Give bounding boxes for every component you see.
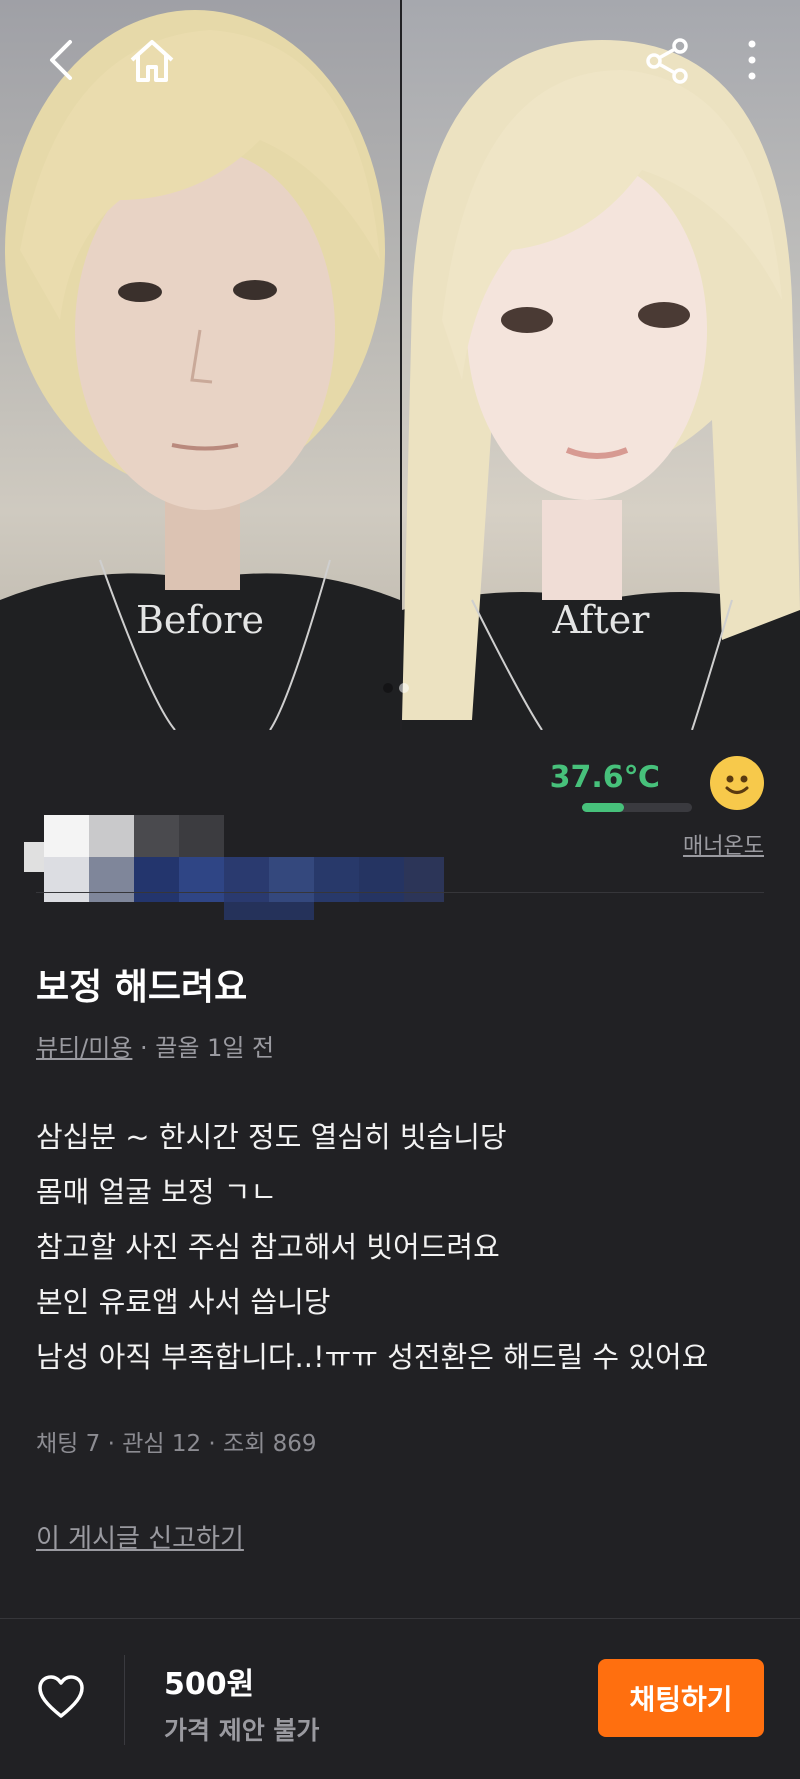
- description-line: 삼십분 ~ 한시간 정도 열심히 빗습니당: [36, 1120, 507, 1154]
- report-link[interactable]: 이 게시글 신고하기: [36, 1518, 244, 1555]
- post-time: · 끌올 1일 전: [132, 1034, 275, 1062]
- bottom-action-bar: 500원 가격 제안 불가 채팅하기: [0, 1618, 800, 1779]
- post-title: 보정 해드려요: [36, 967, 248, 1008]
- description-line: 남성 아직 부족합니다..!ㅠㅠ 성전환은 해드릴 수 있어요: [36, 1340, 709, 1374]
- before-label: Before: [135, 598, 264, 642]
- manner-temperature: 37.6℃: [549, 760, 660, 795]
- divider: [36, 892, 764, 893]
- price: 500원: [164, 1667, 255, 1702]
- carousel-dot-active[interactable]: [399, 683, 409, 693]
- more-button[interactable]: [742, 38, 762, 86]
- like-button[interactable]: [36, 1674, 86, 1724]
- carousel-dot[interactable]: [383, 683, 393, 693]
- carousel-indicator: [380, 678, 412, 697]
- top-app-bar: [0, 0, 800, 120]
- share-icon: [646, 38, 688, 84]
- chat-button[interactable]: 채팅하기: [598, 1659, 764, 1737]
- manner-temperature-bar: [582, 803, 692, 812]
- after-label: After: [552, 598, 650, 642]
- vertical-divider: [124, 1655, 125, 1745]
- share-button[interactable]: [642, 36, 692, 90]
- seller-profile[interactable]: 37.6℃ 매너온도: [0, 730, 800, 920]
- more-vertical-icon: [748, 40, 756, 80]
- description-line: 몸매 얼굴 보정 ㄱㄴ: [36, 1175, 278, 1209]
- chevron-left-icon: [50, 40, 72, 80]
- post-meta: 뷰티/미용 · 끌올 1일 전: [36, 1028, 274, 1063]
- description-line: 참고할 사진 주심 참고해서 빗어드려요: [36, 1230, 500, 1264]
- manner-temperature-fill: [582, 803, 624, 812]
- category-link[interactable]: 뷰티/미용: [36, 1034, 132, 1062]
- home-icon: [130, 40, 174, 82]
- pixelated-seller-info: [24, 815, 444, 920]
- back-button[interactable]: [42, 36, 82, 88]
- heart-outline-icon: [38, 1675, 84, 1718]
- smile-face-icon: [710, 756, 764, 810]
- home-button[interactable]: [126, 34, 178, 90]
- post-description: 삼십분 ~ 한시간 정도 열심히 빗습니당 몸매 얼굴 보정 ㄱㄴ 참고할 사진…: [36, 1110, 708, 1385]
- description-line: 본인 유료앱 사서 씁니당: [36, 1285, 331, 1319]
- price-negotiation-status: 가격 제안 불가: [164, 1716, 320, 1745]
- manner-temperature-link[interactable]: 매너온도: [683, 828, 764, 860]
- post-stats: 채팅 7 · 관심 12 · 조회 869: [36, 1431, 317, 1457]
